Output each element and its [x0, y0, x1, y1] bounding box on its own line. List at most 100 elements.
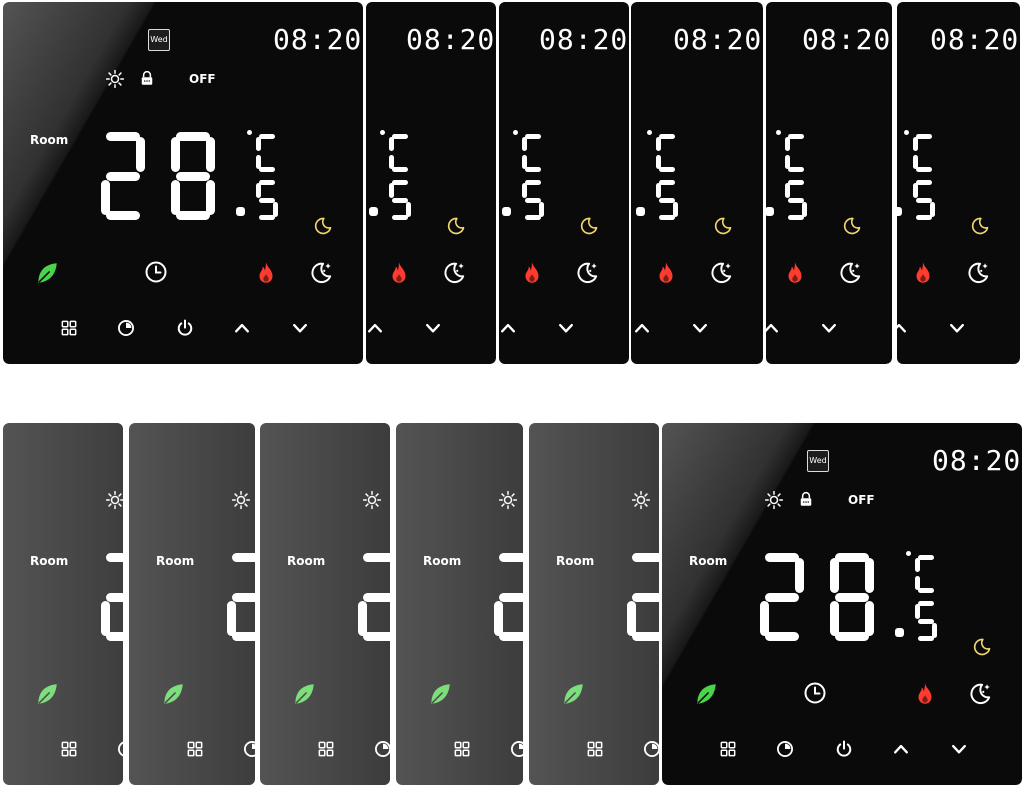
chevron-up-icon[interactable]: [891, 739, 911, 759]
room-label: Room: [423, 554, 462, 568]
grid-icon[interactable]: [452, 739, 472, 759]
moon-stars-icon[interactable]: [965, 260, 991, 286]
segment-g: [835, 592, 869, 602]
grid-icon[interactable]: [59, 739, 79, 759]
chevron-down-icon[interactable]: [423, 318, 443, 338]
unit-letter: [389, 134, 411, 172]
flame-icon[interactable]: [910, 260, 936, 286]
moon-stars-icon[interactable]: [574, 260, 600, 286]
timer-icon[interactable]: [642, 739, 659, 759]
timer-icon[interactable]: [775, 739, 795, 759]
sun-icon: [498, 490, 518, 510]
temp-digit-tens: [358, 553, 390, 641]
chevron-down-icon[interactable]: [947, 318, 967, 338]
moon-stars-icon[interactable]: [708, 260, 734, 286]
segment-g: [765, 592, 799, 602]
flame-icon[interactable]: [782, 260, 808, 286]
segment-a: [259, 180, 275, 185]
timer-icon[interactable]: [373, 739, 390, 759]
leaf-icon: [427, 681, 453, 707]
chevron-down-icon[interactable]: [556, 318, 576, 338]
segment-a: [918, 555, 934, 560]
grid-icon[interactable]: [185, 739, 205, 759]
segment-a: [259, 134, 275, 139]
chevron-down-icon[interactable]: [690, 318, 710, 338]
segment-d: [765, 632, 799, 641]
decimal-point: [895, 628, 904, 637]
chevron-down-icon[interactable]: [290, 318, 310, 338]
grid-icon[interactable]: [316, 739, 336, 759]
segment-e: [760, 600, 769, 636]
grid-icon[interactable]: [585, 739, 605, 759]
segment-b: [206, 137, 215, 173]
temp-digit-ones: [830, 553, 874, 641]
segment-f: [656, 183, 661, 198]
segment-a: [632, 553, 659, 562]
timer-icon[interactable]: [116, 739, 123, 759]
segment-d: [916, 167, 932, 172]
power-state-label: OFF: [848, 493, 875, 507]
moon-stars-icon[interactable]: [967, 681, 993, 707]
chevron-up-icon[interactable]: [366, 318, 385, 338]
timer-icon[interactable]: [242, 739, 255, 759]
power-icon[interactable]: [834, 739, 854, 759]
flame-icon[interactable]: [912, 681, 938, 707]
chevron-up-icon[interactable]: [766, 318, 781, 338]
chevron-up-icon[interactable]: [499, 318, 518, 338]
thermostat-face: Wed 08:20 OFF Room: [662, 423, 1022, 785]
segment-a: [659, 134, 675, 139]
segment-d: [659, 215, 675, 220]
clock-icon[interactable]: [144, 260, 168, 284]
moon-icon: [970, 216, 990, 236]
moon-stars-icon[interactable]: [837, 260, 863, 286]
segment-g: [632, 592, 659, 602]
clock-icon[interactable]: [803, 681, 827, 705]
segment-a: [659, 180, 675, 185]
grid-icon[interactable]: [59, 318, 79, 338]
chevron-down-icon[interactable]: [819, 318, 839, 338]
segment-d: [392, 167, 408, 172]
thermostat-slice-top-5: Wed08:20OFFRoom: [897, 2, 1020, 364]
flame-icon[interactable]: [253, 260, 279, 286]
leaf-icon: [34, 681, 60, 707]
flame-icon[interactable]: [519, 260, 545, 286]
sun-icon: [631, 490, 651, 510]
segment-d: [918, 636, 934, 641]
decimal-point: [369, 207, 378, 216]
timer-icon[interactable]: [116, 318, 136, 338]
segment-e: [913, 155, 918, 169]
chevron-up-icon[interactable]: [632, 318, 652, 338]
timer-icon[interactable]: [509, 739, 523, 759]
chevron-up-icon[interactable]: [897, 318, 909, 338]
temp-digit-tenths: [785, 180, 807, 220]
unit-letter: [915, 555, 937, 593]
leaf-icon: [34, 260, 60, 286]
temp-digit-tens: [101, 553, 123, 641]
chevron-up-icon[interactable]: [232, 318, 252, 338]
segment-a: [106, 553, 123, 562]
segment-g: [659, 197, 675, 203]
room-label: Room: [30, 133, 69, 147]
segment-a: [106, 132, 140, 141]
unit-letter: [256, 134, 278, 172]
thermostat-slice-top-1: Wed08:20OFFRoom: [366, 2, 496, 364]
grid-icon[interactable]: [718, 739, 738, 759]
thermostat-slice-bottom-4: Wed08:20OFFRoom: [396, 423, 523, 785]
chevron-down-icon[interactable]: [949, 739, 969, 759]
flame-icon[interactable]: [653, 260, 679, 286]
segment-a: [392, 134, 408, 139]
temp-digit-tenths: [256, 180, 278, 220]
power-icon[interactable]: [175, 318, 195, 338]
segment-f: [171, 137, 180, 173]
segment-f: [915, 558, 920, 572]
temp-digit-tenths: [522, 180, 544, 220]
segment-a: [363, 553, 390, 562]
moon-stars-icon[interactable]: [441, 260, 467, 286]
moon-icon: [972, 637, 992, 657]
segment-g: [916, 197, 932, 203]
segment-d: [363, 632, 390, 641]
flame-icon[interactable]: [386, 260, 412, 286]
clock-display: 08:20: [673, 23, 763, 56]
moon-stars-icon[interactable]: [308, 260, 334, 286]
day-badge: Wed: [148, 29, 170, 51]
